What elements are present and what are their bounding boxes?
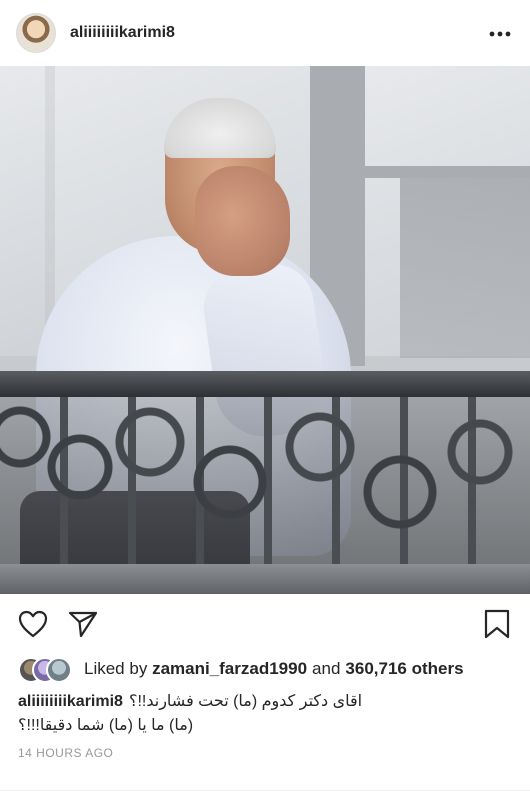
divider: [0, 790, 530, 791]
liker-avatars: [18, 657, 78, 683]
post-photo[interactable]: [0, 66, 530, 594]
liked-by-label: Liked by: [84, 659, 148, 678]
balcony-rail: [0, 371, 530, 397]
like-button[interactable]: [16, 609, 50, 643]
post-username[interactable]: aliiiiiiiikarimi8: [70, 24, 486, 42]
window-shadow: [400, 178, 530, 358]
post-timestamp: 14 HOURS AGO: [18, 746, 114, 760]
likes-summary[interactable]: Liked by zamani_farzad1990 and 360,716 oth…: [18, 656, 464, 683]
likes-others-count[interactable]: 360,716 others: [345, 659, 463, 679]
ornamental-railing: [0, 397, 530, 567]
caption-username[interactable]: aliiiiiiiikarimi8: [18, 690, 123, 714]
bookmark-icon: [484, 609, 510, 644]
liker-username[interactable]: zamani_farzad1990: [152, 659, 307, 679]
action-bar: [0, 600, 530, 652]
avatar[interactable]: [16, 13, 56, 53]
share-button[interactable]: [66, 609, 100, 643]
send-icon: [68, 610, 98, 643]
window-pane-left: [0, 66, 45, 356]
liker-avatar: [46, 657, 72, 683]
caption-line-2: (ما) ما یا (ما) شما دقیقا!!!؟: [18, 717, 194, 734]
person-hands: [195, 166, 290, 276]
window-crossbar: [365, 166, 530, 178]
more-options-button[interactable]: [486, 19, 514, 47]
post-caption: aliiiiiiiikarimi8 اقای دکتر کدوم (ما) تح…: [18, 690, 512, 738]
heart-icon: [18, 610, 48, 643]
more-horizontal-icon: [489, 24, 511, 42]
post-header: aliiiiiiiikarimi8: [0, 0, 530, 66]
likes-connector: and: [312, 659, 341, 678]
caption-line-1: اقای دکتر کدوم (ما) تحت فشارند!!؟: [128, 693, 363, 710]
balcony-ledge: [0, 564, 530, 594]
save-button[interactable]: [480, 609, 514, 643]
